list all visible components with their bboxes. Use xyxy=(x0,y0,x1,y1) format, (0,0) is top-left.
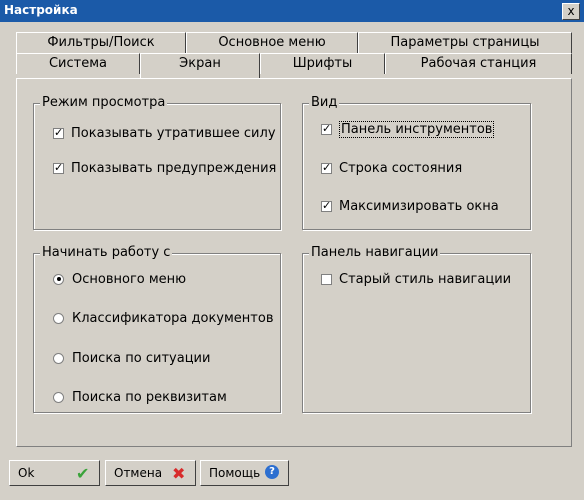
checkbox-show-warnings[interactable]: Показывать предупреждения xyxy=(53,159,276,177)
radio-icon xyxy=(53,352,64,364)
group-nav-panel-title: Панель навигации xyxy=(309,245,441,260)
group-view-title: Вид xyxy=(309,95,340,110)
checkbox-old-nav-style[interactable]: Старый стиль навигации xyxy=(321,270,511,288)
ok-button[interactable]: Ok ✔ xyxy=(9,460,100,486)
radio-main-menu[interactable]: Основного меню xyxy=(53,270,186,288)
checkbox-maximize-windows[interactable]: Максимизировать окна xyxy=(321,197,499,215)
checkbox-icon xyxy=(53,161,64,174)
radio-icon xyxy=(53,273,64,285)
radio-label: Основного меню xyxy=(72,271,187,287)
cancel-button[interactable]: Отмена ✖ xyxy=(105,460,196,486)
radio-icon xyxy=(53,312,64,324)
help-button[interactable]: Помощь ? xyxy=(200,460,289,486)
title-bar: Настройка x xyxy=(0,0,584,22)
checkbox-icon xyxy=(321,199,332,212)
window-title: Настройка xyxy=(4,3,78,17)
blue-question-icon: ? xyxy=(265,465,279,479)
checkbox-status-bar[interactable]: Строка состояния xyxy=(321,159,462,177)
close-button[interactable]: x xyxy=(562,3,580,20)
tab-page-params[interactable]: Параметры страницы xyxy=(358,32,572,53)
checkbox-label: Старый стиль навигации xyxy=(339,271,512,287)
group-view-mode-title: Режим просмотра xyxy=(40,95,168,110)
tab-workstation[interactable]: Рабочая станция xyxy=(385,53,572,74)
radio-label: Классификатора документов xyxy=(72,310,274,326)
radio-doc-classifier[interactable]: Классификатора документов xyxy=(53,309,274,327)
ok-button-label: Ok xyxy=(18,466,35,480)
checkbox-show-obsolete[interactable]: Показывать утратившее силу xyxy=(53,124,276,142)
help-button-label: Помощь xyxy=(209,466,261,480)
radio-label: Поиска по ситуации xyxy=(72,350,211,366)
radio-requisites-search[interactable]: Поиска по реквизитам xyxy=(53,388,227,406)
cancel-button-label: Отмена xyxy=(114,466,163,480)
checkbox-label: Показывать предупреждения xyxy=(71,160,277,176)
red-x-icon: ✖ xyxy=(172,464,186,483)
checkbox-label: Показывать утратившее силу xyxy=(71,125,276,141)
tab-system[interactable]: Система xyxy=(16,53,140,74)
checkbox-icon xyxy=(53,126,64,139)
checkbox-label: Панель инструментов xyxy=(339,120,495,138)
tab-filters-search[interactable]: Фильтры/Поиск xyxy=(16,32,186,53)
tab-main-menu[interactable]: Основное меню xyxy=(186,32,358,53)
radio-label: Поиска по реквизитам xyxy=(72,389,227,405)
radio-icon xyxy=(53,391,64,403)
tab-screen[interactable]: Экран xyxy=(140,53,260,78)
checkbox-icon xyxy=(321,273,332,285)
green-check-icon: ✔ xyxy=(76,464,90,483)
group-start-with-title: Начинать работу с xyxy=(40,245,173,260)
tab-fonts[interactable]: Шрифты xyxy=(260,53,385,74)
checkbox-icon xyxy=(321,122,332,135)
checkbox-toolbar[interactable]: Панель инструментов xyxy=(321,120,495,138)
radio-situation-search[interactable]: Поиска по ситуации xyxy=(53,349,210,367)
checkbox-icon xyxy=(321,161,332,174)
checkbox-label: Строка состояния xyxy=(339,160,463,176)
checkbox-label: Максимизировать окна xyxy=(339,198,499,214)
